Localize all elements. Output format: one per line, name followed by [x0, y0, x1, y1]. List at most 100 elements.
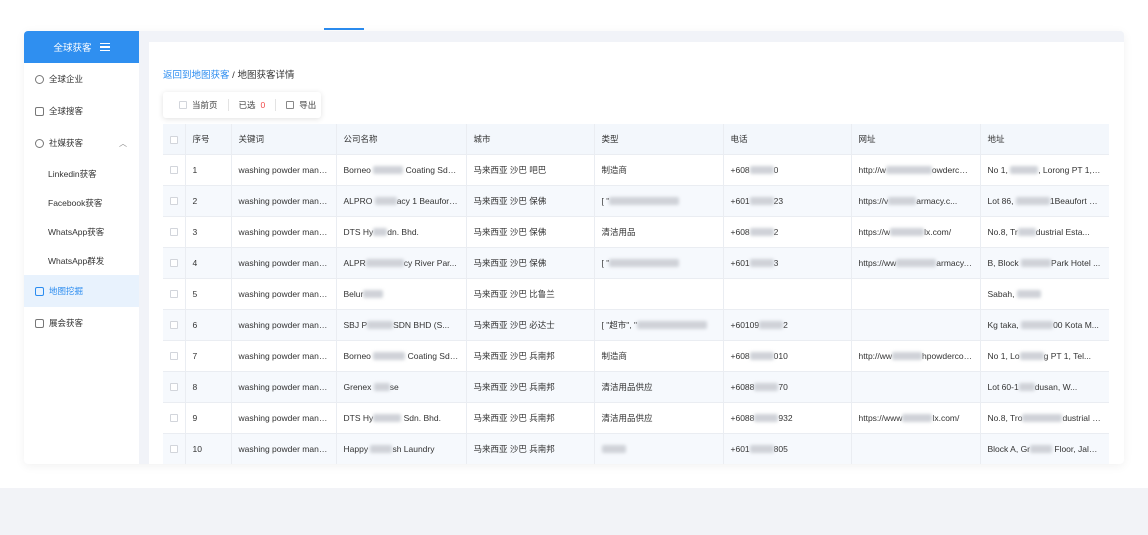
- chevron-up-icon[interactable]: ︿: [119, 138, 127, 149]
- selected-label: 已选: [238, 100, 256, 110]
- sidebar-item-map-mining[interactable]: 地图挖掘: [24, 275, 139, 307]
- sidebar-subitem-linkedin[interactable]: Linkedin获客: [24, 159, 139, 188]
- table-row[interactable]: 7washing powder manufacturerBorneo Coati…: [163, 340, 1109, 372]
- table-row[interactable]: 5washing powder manufacturer Belur 马来西亚 沙巴…: [163, 278, 1109, 310]
- row-website: [851, 433, 981, 464]
- sidebar-item-label: WhatsApp群发: [48, 255, 105, 266]
- map-icon: [35, 286, 44, 296]
- row-type-part: 制造商: [601, 164, 628, 175]
- current-page-checkbox[interactable]: [179, 101, 187, 109]
- export-button[interactable]: 导出: [286, 99, 316, 111]
- sidebar-item-social-media[interactable]: 社媒获客 ︿: [24, 127, 139, 159]
- table-row[interactable]: 2washing powder manufacturerALPRO acy 1 …: [163, 185, 1109, 217]
- table-row[interactable]: 9washing powder manufacturerDTS Hy Sdn. …: [163, 402, 1109, 434]
- select-all-cell[interactable]: [163, 124, 186, 155]
- row-checkbox[interactable]: [169, 228, 178, 237]
- sidebar-item-global-companies[interactable]: 全球企业: [24, 63, 139, 95]
- row-select-cell[interactable]: [163, 154, 186, 186]
- sidebar-item-exhibition[interactable]: 展会获客: [24, 307, 139, 339]
- row-select-cell[interactable]: [163, 185, 186, 217]
- row-phone-part: +601: [730, 443, 750, 454]
- export-label: 导出: [299, 100, 317, 110]
- row-type: [594, 433, 724, 464]
- row-address: Kg taka, 00 Kota M...: [980, 309, 1109, 341]
- redacted-mask: [1021, 259, 1052, 268]
- row-checkbox[interactable]: [169, 321, 178, 330]
- row-company: SBJ P SDN BHD (S...: [336, 309, 467, 341]
- row-checkbox[interactable]: [169, 290, 178, 299]
- table-row[interactable]: 6washing powder manufacturer SBJ P SDN BHD…: [163, 309, 1109, 341]
- column-header-type: 类型: [594, 124, 724, 155]
- table-row[interactable]: 10washing powder manufacturerHappy sh La…: [163, 433, 1109, 464]
- table-row[interactable]: 3washing powder manufacturer DTS Hy dn. Bh…: [163, 216, 1109, 248]
- row-company: DTS Hy dn. Bhd.: [336, 216, 467, 248]
- row-company: Grenex se: [336, 371, 467, 403]
- row-city: 马来西亚 沙巴 吧巴: [466, 154, 595, 186]
- row-website-part: armacy.c...: [936, 257, 978, 268]
- table-row[interactable]: 8washing powder manufacturerGrenex se马来西…: [163, 371, 1109, 403]
- sidebar-item-global-search[interactable]: 全球搜客: [24, 95, 139, 127]
- row-keyword: washing powder manufacturer: [231, 433, 337, 464]
- row-select-cell[interactable]: [163, 247, 186, 279]
- row-phone-part: 3: [773, 257, 779, 268]
- row-number: 1: [185, 154, 232, 186]
- row-type: 制造商: [594, 340, 724, 372]
- row-number: 7: [185, 340, 232, 372]
- redacted-mask: [373, 166, 404, 175]
- row-city: 马来西亚 沙巴 保佛: [466, 185, 595, 217]
- row-checkbox[interactable]: [169, 445, 178, 454]
- top-tab-indicator: [324, 28, 364, 30]
- row-checkbox[interactable]: [169, 166, 178, 175]
- row-select-cell[interactable]: [163, 216, 186, 248]
- row-keyword: washing powder manufacturer: [231, 340, 337, 372]
- redacted-mask: [896, 259, 937, 268]
- table-row[interactable]: 1washing powder manufacturerBorneo Coati…: [163, 154, 1109, 186]
- sidebar-subitem-whatsapp[interactable]: WhatsApp获客: [24, 217, 139, 246]
- sidebar-subitem-facebook[interactable]: Facebook获客: [24, 188, 139, 217]
- row-address: No.8, Tro dustrial Esta...: [980, 402, 1109, 434]
- row-select-cell[interactable]: [163, 433, 186, 464]
- menu-icon[interactable]: [99, 43, 110, 51]
- row-company: Belur: [336, 278, 467, 310]
- breadcrumb: 返回到地图获客 / 地图获客详情: [163, 67, 294, 81]
- row-phone: +608 0: [723, 154, 852, 186]
- redacted-mask: [1010, 166, 1039, 175]
- row-keyword: washing powder manufacturer: [231, 154, 337, 186]
- row-checkbox[interactable]: [169, 383, 178, 392]
- row-company-part: Sdn. Bhd.: [401, 412, 441, 423]
- row-select-cell[interactable]: [163, 402, 186, 434]
- breadcrumb-back-link[interactable]: 返回到地图获客: [163, 70, 230, 81]
- sidebar-subitem-whatsapp-broadcast[interactable]: WhatsApp群发: [24, 246, 139, 275]
- sidebar-item-label: WhatsApp获客: [48, 226, 105, 237]
- sidebar-header[interactable]: 全球获客: [24, 31, 139, 63]
- breadcrumb-current: 地图获客详情: [237, 70, 295, 81]
- row-address-part: No.8, Tro: [987, 412, 1023, 423]
- row-select-cell[interactable]: [163, 340, 186, 372]
- page-footer-band: [0, 488, 1148, 535]
- table-row[interactable]: 4washing powder manufacturer ALPR cy River…: [163, 247, 1109, 279]
- row-checkbox[interactable]: [169, 259, 178, 268]
- row-type: 清洁用品: [594, 216, 724, 248]
- select-current-page[interactable]: 当前页: [179, 99, 218, 111]
- row-checkbox[interactable]: [169, 197, 178, 206]
- row-website: https://www lx.com/: [851, 402, 981, 434]
- row-website-part: https://w: [858, 226, 891, 237]
- row-phone-part: +6088: [730, 381, 755, 392]
- redacted-mask: [1021, 321, 1054, 330]
- row-city: 马来西亚 沙巴 兵南邦: [466, 340, 595, 372]
- row-phone: +6088 70: [723, 371, 852, 403]
- results-table-container[interactable]: 序号 关键词 公司名称 城市 类型 电话 网址 地址 1 washing powd…: [163, 124, 1109, 464]
- row-select-cell[interactable]: [163, 371, 186, 403]
- row-checkbox[interactable]: [169, 352, 178, 361]
- column-header-phone: 电话: [723, 124, 852, 155]
- column-header-keyword: 关键词: [231, 124, 337, 155]
- row-address-part: 1Beaufort C...: [1049, 195, 1103, 206]
- redacted-mask: [749, 259, 774, 268]
- redacted-mask: [1016, 290, 1041, 299]
- row-checkbox[interactable]: [169, 414, 178, 423]
- row-number: 6: [185, 309, 232, 341]
- select-all-checkbox[interactable]: [169, 135, 178, 144]
- row-select-cell[interactable]: [163, 278, 186, 310]
- row-select-cell[interactable]: [163, 309, 186, 341]
- row-website: [851, 371, 981, 403]
